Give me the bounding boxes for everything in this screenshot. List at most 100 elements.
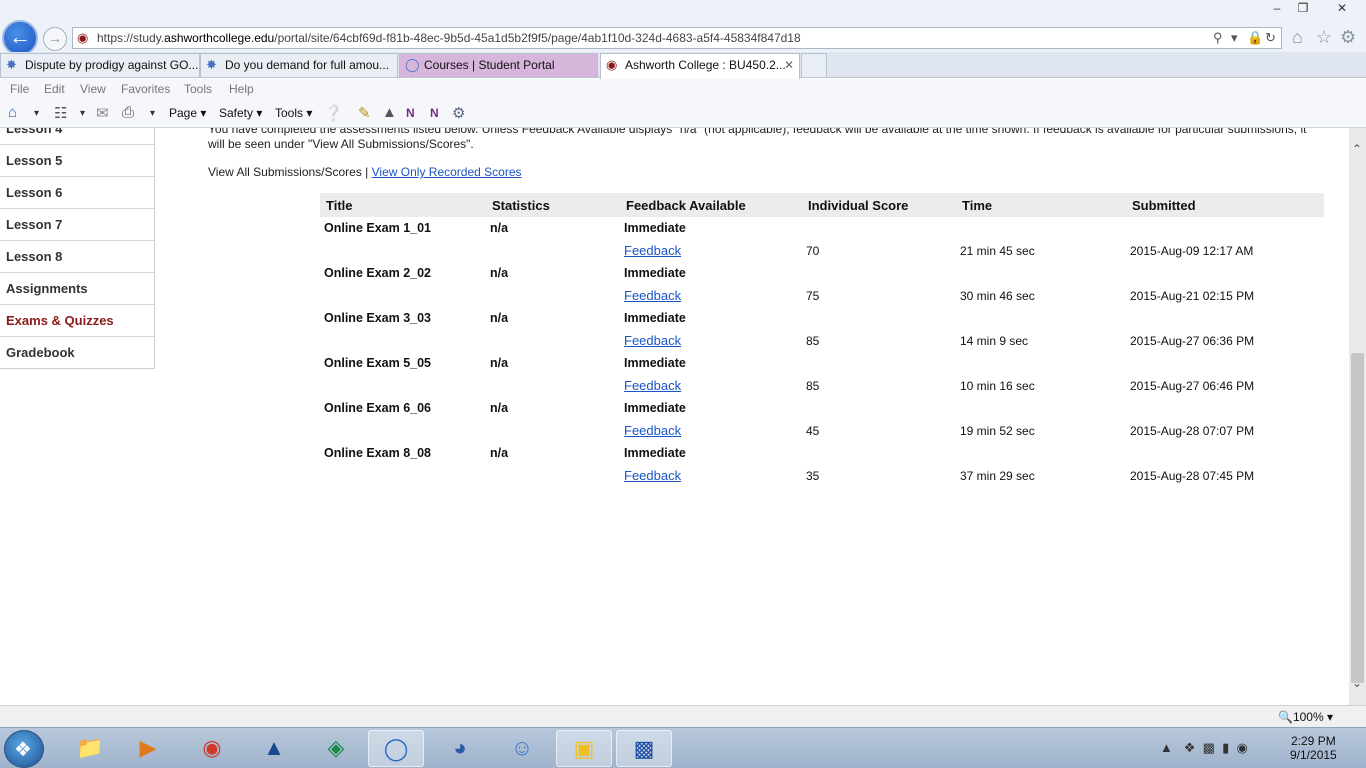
zoom-level[interactable]: 🔍100% ▾: [1278, 710, 1333, 724]
mail-icon[interactable]: ✉: [96, 104, 109, 122]
table-row: Feedback 70 21 min 45 sec 2015-Aug-09 12…: [320, 240, 1324, 263]
menu-view[interactable]: View: [80, 82, 106, 96]
tab-courses[interactable]: ◯ Courses | Student Portal: [399, 53, 598, 77]
settings-gear-icon[interactable]: ⚙: [1340, 27, 1356, 48]
exam-time: 30 min 46 sec: [960, 288, 1035, 303]
column-header-score: Individual Score: [802, 193, 956, 217]
onenote-linked-icon[interactable]: N: [430, 106, 439, 120]
table-row: Feedback 35 37 min 29 sec 2015-Aug-28 07…: [320, 465, 1324, 488]
refresh-icon[interactable]: ↻: [1265, 30, 1276, 46]
shield-icon[interactable]: ◈: [308, 730, 364, 767]
kindle-icon[interactable]: ▣: [556, 730, 612, 767]
menu-tools[interactable]: Tools: [184, 82, 212, 96]
restore-button[interactable]: ❐: [1288, 0, 1318, 17]
exam-feedback-available: Immediate: [624, 311, 686, 326]
view-separator: |: [361, 165, 372, 179]
print-icon[interactable]: ⎙: [122, 104, 134, 121]
address-bar[interactable]: ◉ https://study.ashworthcollege.edu/port…: [72, 27, 1282, 49]
vertical-scrollbar[interactable]: ⌃ ⌄: [1349, 128, 1366, 705]
feedback-link[interactable]: Feedback: [624, 378, 681, 393]
word-icon[interactable]: ▩: [616, 730, 672, 767]
table-row: Feedback 85 14 min 9 sec 2015-Aug-27 06:…: [320, 330, 1324, 353]
new-tab-button[interactable]: [801, 53, 827, 77]
media-player-icon[interactable]: ▶: [120, 730, 176, 767]
dropdown-arrow-icon[interactable]: ▾: [150, 108, 155, 119]
url-text[interactable]: https://study.ashworthcollege.edu/portal…: [97, 31, 801, 45]
power-icon[interactable]: ▮: [1222, 740, 1229, 755]
feedback-link[interactable]: Feedback: [624, 468, 681, 483]
sidebar-item-lesson-8[interactable]: Lesson 8: [0, 240, 154, 272]
tab-dispute[interactable]: ✸ Dispute by prodigy against GO...: [0, 53, 200, 77]
page-content: Lesson 4 Lesson 5 Lesson 6 Lesson 7 Less…: [0, 128, 1349, 705]
lock-icon[interactable]: 🔒: [1247, 30, 1263, 46]
chrome-icon[interactable]: ◉: [184, 730, 240, 767]
back-button[interactable]: ←: [2, 20, 38, 56]
onenote-icon[interactable]: N: [406, 106, 415, 120]
exam-submitted: 2015-Aug-09 12:17 AM: [1130, 243, 1254, 258]
close-tab-icon[interactable]: ✕: [784, 54, 794, 76]
tab-label: Courses | Student Portal: [424, 58, 555, 72]
search-icon[interactable]: ⚲: [1213, 30, 1223, 46]
close-window-button[interactable]: ✕: [1322, 0, 1362, 17]
home-icon[interactable]: ⌂: [1292, 27, 1303, 48]
dropdown-arrow-icon[interactable]: ▾: [80, 108, 85, 119]
feedback-link[interactable]: Feedback: [624, 333, 681, 348]
dropdown-arrow-icon[interactable]: ▾: [1231, 30, 1238, 46]
menu-favorites[interactable]: Favorites: [121, 82, 170, 96]
file-explorer-icon[interactable]: 📁: [62, 730, 118, 767]
research-icon[interactable]: ✎: [358, 104, 371, 122]
forward-button[interactable]: →: [43, 27, 67, 51]
sidebar-item-lesson-6[interactable]: Lesson 6: [0, 176, 154, 208]
feedback-link[interactable]: Feedback: [624, 243, 681, 258]
tools-menu[interactable]: Tools ▾: [275, 106, 312, 120]
system-clock[interactable]: 2:29 PM 9/1/2015: [1290, 734, 1337, 762]
windows-flag-icon[interactable]: ❖: [1184, 740, 1196, 755]
command-bar: ⌂ ▾ ☷ ▾ ✉ ⎙ ▾ Page ▾ Safety ▾ Tools ▾ ❔ …: [0, 100, 1366, 128]
people-icon[interactable]: ☺: [494, 730, 550, 767]
menu-help[interactable]: Help: [229, 82, 254, 96]
feedback-link[interactable]: Feedback: [624, 423, 681, 438]
remote-desktop-icon[interactable]: ◕: [432, 730, 488, 767]
sidebar-item-lesson-5[interactable]: Lesson 5: [0, 144, 154, 176]
app-a-icon[interactable]: ▲: [246, 730, 302, 767]
scroll-up-arrow-icon[interactable]: ⌃: [1352, 142, 1362, 156]
sidebar-item-lesson-4[interactable]: Lesson 4: [0, 128, 154, 144]
start-button[interactable]: ❖: [4, 730, 44, 768]
network-signal-icon[interactable]: ▩: [1203, 740, 1215, 755]
sidebar-item-exams-quizzes[interactable]: Exams & Quizzes: [0, 304, 154, 336]
scrollbar-thumb[interactable]: [1351, 353, 1364, 683]
view-toggle: View All Submissions/Scores | View Only …: [208, 165, 522, 179]
menu-file[interactable]: File: [10, 82, 29, 96]
addon-icon[interactable]: ▲: [382, 104, 397, 121]
gear-icon[interactable]: ⚙: [452, 104, 465, 122]
favorites-star-icon[interactable]: ☆: [1316, 27, 1332, 48]
view-all-label: View All Submissions/Scores: [208, 165, 362, 179]
table-row: Online Exam 1_01 n/a Immediate: [320, 217, 1324, 240]
safety-menu[interactable]: Safety ▾: [219, 106, 262, 120]
view-recorded-link[interactable]: View Only Recorded Scores: [372, 165, 522, 179]
exam-submitted: 2015-Aug-27 06:46 PM: [1130, 378, 1255, 393]
sidebar-item-gradebook[interactable]: Gradebook: [0, 336, 154, 368]
dropdown-arrow-icon[interactable]: ▾: [34, 108, 39, 119]
clock-time: 2:29 PM: [1291, 734, 1336, 748]
scroll-down-arrow-icon[interactable]: ⌄: [1352, 676, 1362, 690]
tab-ashworth[interactable]: ◉ Ashworth College : BU450.2... ✕: [600, 53, 800, 79]
rss-feed-icon[interactable]: ☷: [54, 104, 67, 122]
sidebar-item-lesson-7[interactable]: Lesson 7: [0, 208, 154, 240]
table-row: Feedback 75 30 min 46 sec 2015-Aug-21 02…: [320, 285, 1324, 308]
page-menu[interactable]: Page ▾: [169, 106, 206, 120]
feedback-link[interactable]: Feedback: [624, 288, 681, 303]
exam-statistics: n/a: [490, 446, 509, 461]
help-icon[interactable]: ❔: [324, 104, 343, 122]
volume-icon[interactable]: ◉: [1237, 740, 1248, 755]
sidebar-item-assignments[interactable]: Assignments: [0, 272, 154, 304]
tab-demand[interactable]: ✸ Do you demand for full amou...: [200, 53, 398, 77]
menu-edit[interactable]: Edit: [44, 82, 65, 96]
tab-label: Ashworth College : BU450.2...: [625, 58, 786, 72]
home-icon[interactable]: ⌂: [8, 104, 17, 121]
show-hidden-icons-icon[interactable]: ▲: [1160, 740, 1173, 755]
exam-title: Online Exam 1_01: [324, 221, 432, 236]
site-icon: ✸: [6, 57, 17, 72]
internet-explorer-icon[interactable]: ◯: [368, 730, 424, 767]
exam-time: 21 min 45 sec: [960, 243, 1035, 258]
